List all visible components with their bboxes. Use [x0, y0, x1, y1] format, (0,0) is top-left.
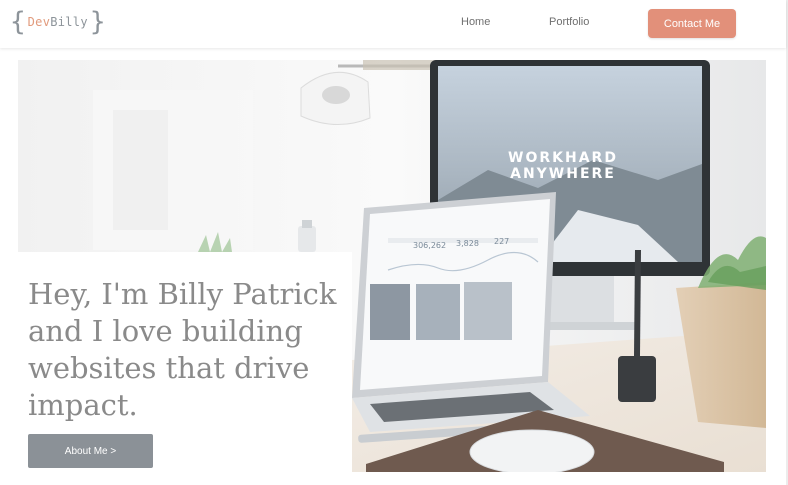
monitor-wallpaper-line1: WORKHARD — [508, 150, 618, 166]
contact-me-button[interactable]: Contact Me — [648, 9, 736, 38]
site-header: { DevBilly } Home Portfolio Contact Me — [0, 0, 786, 48]
logo-text-dev: Dev — [27, 15, 51, 29]
laptop-stat-2: 3,828 — [456, 239, 479, 248]
hero-headline: Hey, I'm Billy Patrick and I love buildi… — [28, 277, 337, 422]
laptop-stat-3: 227 — [494, 237, 509, 246]
about-me-button[interactable]: About Me > — [28, 434, 153, 468]
monitor-wallpaper-line2: ANYWHERE — [510, 166, 616, 182]
logo-brace-close: } — [89, 7, 106, 37]
nav-home-link[interactable]: Home — [461, 16, 490, 28]
logo[interactable]: { DevBilly } — [10, 7, 106, 37]
nav-portfolio-link[interactable]: Portfolio — [549, 16, 589, 28]
logo-text-billy: Billy — [50, 15, 88, 29]
logo-brace-open: { — [10, 7, 26, 37]
laptop-stat-1: 306,262 — [413, 241, 446, 250]
logo-text: DevBilly — [28, 15, 88, 29]
